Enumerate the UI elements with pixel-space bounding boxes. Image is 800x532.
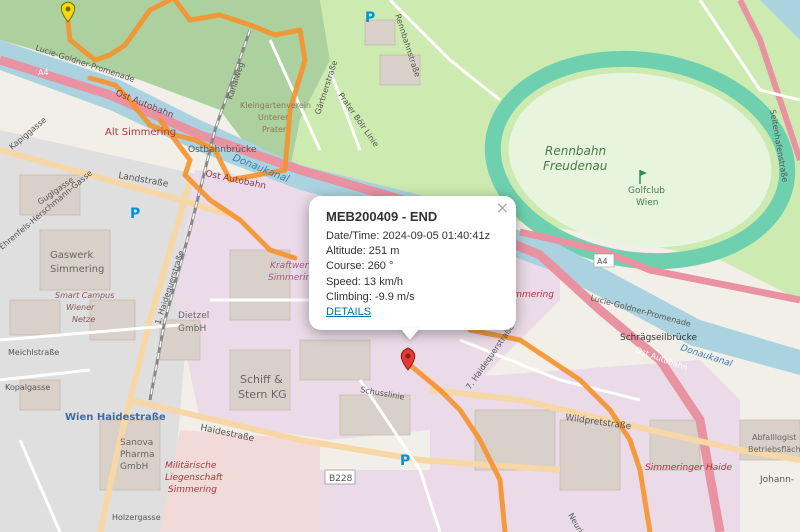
popup-course: Course: 260 ° bbox=[326, 260, 394, 272]
label-dietzel-2: GmbH bbox=[178, 324, 206, 334]
popup-datetime: Date/Time: 2024-09-05 01:40:41z bbox=[326, 230, 491, 242]
popup-climbing: Climbing: -9.9 m/s bbox=[326, 291, 415, 303]
details-link[interactable]: DETAILS bbox=[326, 306, 371, 318]
popup-tip bbox=[400, 328, 420, 340]
label-simmeringer-haide: Simmeringer Haide bbox=[645, 463, 732, 473]
label-a4-right: A4 bbox=[597, 257, 608, 266]
popup-title: MEB200409 - END bbox=[326, 209, 438, 224]
label-smart-2: Wiener bbox=[66, 303, 95, 312]
popup-altitude: Altitude: 251 m bbox=[326, 245, 400, 257]
label-rennbahn-2: Freudenau bbox=[543, 159, 608, 173]
label-rennbahn-1: Rennbahn bbox=[545, 144, 606, 158]
label-schragseilbrucke: Schrägseilbrücke bbox=[620, 333, 697, 343]
label-sanova-3: GmbH bbox=[120, 462, 148, 472]
label-militar-1: Militärische bbox=[165, 461, 217, 471]
track-point-popup: × MEB200409 - END Date/Time: 2024-09-05 … bbox=[309, 196, 516, 330]
parking-icon: P bbox=[130, 206, 140, 222]
label-kopalgasse: Kopalgasse bbox=[5, 383, 50, 392]
label-militar-3: Simmering bbox=[168, 485, 217, 495]
label-smart-1: Smart Campus bbox=[55, 291, 114, 300]
popup-speed: Speed: 13 km/h bbox=[326, 276, 404, 288]
label-kleingarten-3: Prater bbox=[262, 125, 287, 134]
label-kleingarten-1: Kleingartenverein bbox=[240, 101, 311, 110]
label-a4-left: A4 bbox=[38, 68, 49, 77]
parking-icon: P bbox=[400, 453, 410, 469]
label-golfclub-1: Golfclub bbox=[628, 186, 665, 196]
label-gaswerk-2: Simmering bbox=[50, 264, 104, 275]
label-kraftwerk-1: Kraftwerk bbox=[270, 261, 314, 271]
label-b228: B228 bbox=[329, 474, 353, 484]
label-sanova-1: Sanova bbox=[120, 438, 153, 448]
label-golfclub-2: Wien bbox=[636, 198, 658, 208]
label-abfall-1: Abfalllogist bbox=[752, 433, 796, 442]
label-smart-3: Netze bbox=[72, 315, 95, 324]
label-schiff-2: Stern KG bbox=[238, 388, 287, 401]
label-alt-simmering: Alt Simmering bbox=[105, 127, 176, 138]
label-wien-haidestrasse: Wien Haidestraße bbox=[65, 412, 166, 423]
close-icon[interactable]: × bbox=[496, 198, 509, 217]
label-dietzel-1: Dietzel bbox=[178, 311, 209, 321]
label-holzergasse: Holzergasse bbox=[112, 513, 161, 522]
label-gaswerk-1: Gaswerk bbox=[50, 250, 94, 261]
label-militar-2: Liegenschaft bbox=[165, 473, 223, 483]
label-kleingarten-2: Unterer bbox=[258, 113, 289, 122]
label-schiff-1: Schiff & bbox=[240, 373, 283, 386]
parking-icon: P bbox=[365, 10, 375, 26]
label-ostbahnbrucke: Ostbahnbrücke bbox=[188, 145, 257, 155]
label-johann: Johann- bbox=[759, 475, 794, 485]
label-sanova-2: Pharma bbox=[120, 450, 154, 460]
label-meichlstrasse: Meichlstraße bbox=[8, 348, 59, 357]
label-abfall-2: Betriebsfläche bbox=[748, 445, 800, 454]
